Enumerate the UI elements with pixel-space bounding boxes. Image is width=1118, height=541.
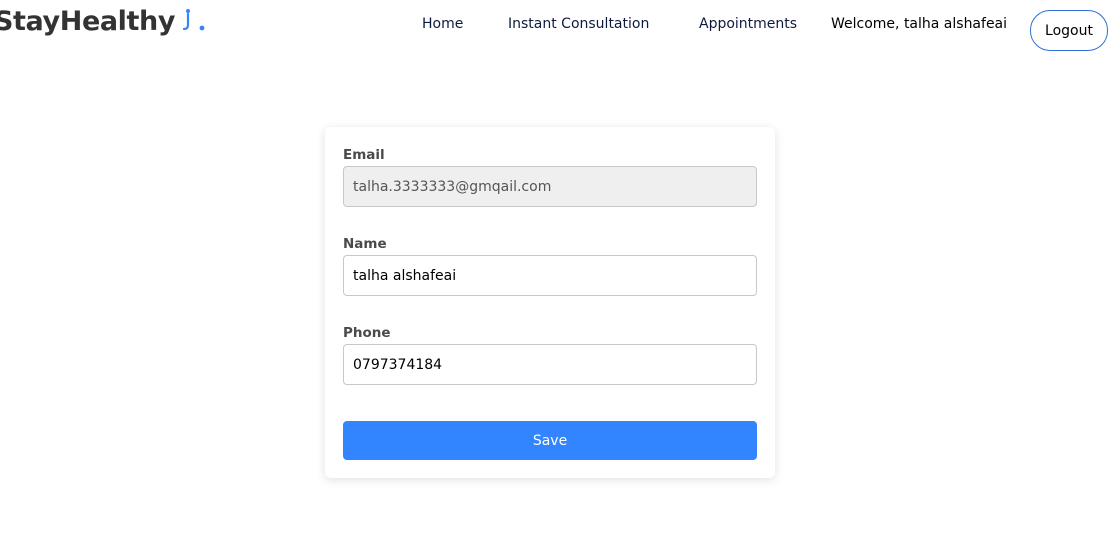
name-field[interactable] bbox=[343, 255, 757, 296]
nav-link-appointments[interactable]: Appointments bbox=[699, 16, 797, 32]
navbar: StayHealthy Home Instant Consultation Ap… bbox=[0, 0, 1118, 56]
welcome-message: Welcome, talha alshafeai bbox=[831, 16, 1008, 32]
phone-label: Phone bbox=[343, 325, 391, 341]
brand-logo-link[interactable]: StayHealthy bbox=[0, 6, 207, 37]
brand-name: StayHealthy bbox=[0, 6, 176, 37]
nav-link-instant-consultation[interactable]: Instant Consultation bbox=[508, 16, 649, 32]
save-button[interactable]: Save bbox=[343, 421, 757, 460]
name-label: Name bbox=[343, 236, 387, 252]
profile-form-card: Email Name Phone Save bbox=[325, 127, 775, 478]
phone-field[interactable] bbox=[343, 344, 757, 385]
stethoscope-icon bbox=[182, 8, 205, 30]
email-label: Email bbox=[343, 147, 385, 163]
email-field[interactable] bbox=[343, 166, 757, 207]
nav-link-home[interactable]: Home bbox=[422, 16, 463, 32]
logout-button[interactable]: Logout bbox=[1030, 10, 1108, 51]
